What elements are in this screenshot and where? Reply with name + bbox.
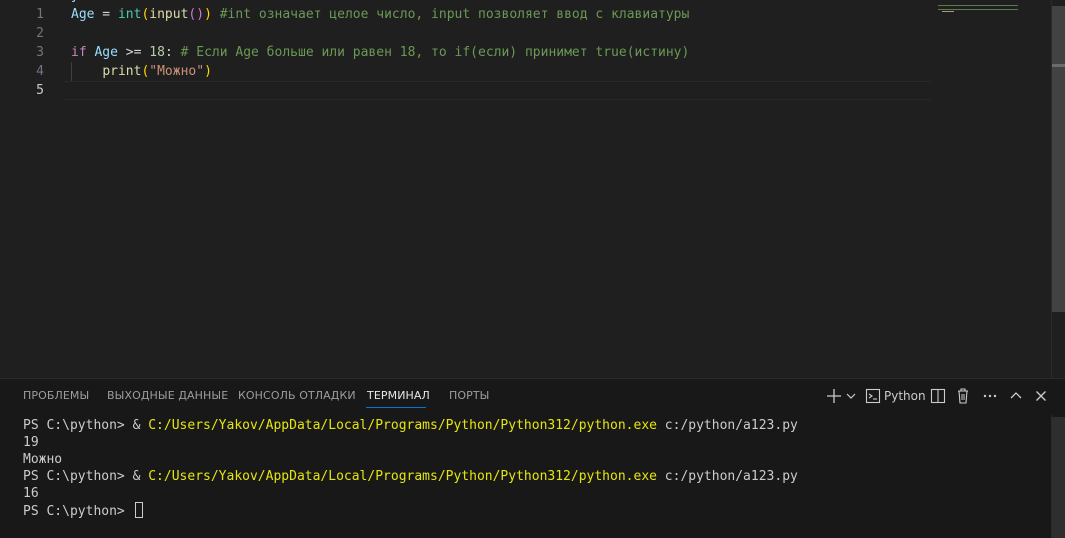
editor-scrollbar-thumb[interactable] <box>1052 6 1065 312</box>
token-variable: Age <box>71 7 95 22</box>
tab-terminal[interactable]: ТЕРМИНАЛ <box>367 389 430 402</box>
terminal-amp: & <box>132 469 149 484</box>
terminal-prompt: PS C:\python> <box>23 469 133 484</box>
more-icon[interactable] <box>981 385 999 407</box>
token-comment: # Если Age больше или равен 18, то if(ес… <box>172 45 690 60</box>
split-icon[interactable] <box>930 385 946 407</box>
code-line-1[interactable]: Age = int(input()) #int означает целое ч… <box>71 5 689 24</box>
terminal-icon <box>865 385 881 407</box>
panel-tabs: ПРОБЛЕМЫ ВЫХОДНЫЕ ДАННЫЕ КОНСОЛЬ ОТЛАДКИ… <box>0 379 800 414</box>
terminal-profile-label[interactable]: Python <box>884 385 926 407</box>
terminal-exe-path: C:/Users/Yakov/AppData/Local/Programs/Py… <box>148 418 657 433</box>
terminal-prompt: PS C:\python> <box>23 504 133 519</box>
terminal-script-path: c:/python/a123.py <box>656 418 798 433</box>
terminal-scrollbar-thumb[interactable] <box>1052 417 1065 538</box>
token-keyword-if: if <box>71 45 87 60</box>
line-number-2: 2 <box>36 26 44 41</box>
token-function-input: input <box>149 7 189 22</box>
current-line-highlight <box>63 81 931 100</box>
token-paren: ) <box>204 7 212 22</box>
minimap[interactable] <box>938 4 1028 18</box>
terminal-line-input-1: 19 <box>23 435 39 450</box>
token-variable: Age <box>94 45 118 60</box>
token-operator: = <box>94 7 118 22</box>
tab-output[interactable]: ВЫХОДНЫЕ ДАННЫЕ <box>107 389 228 402</box>
token-function-print: print <box>102 64 142 79</box>
tab-problems[interactable]: ПРОБЛЕМЫ <box>23 389 89 402</box>
terminal-cursor <box>134 502 143 518</box>
trash-icon[interactable] <box>955 385 971 407</box>
scrolled-line-fragment: y <box>71 0 79 3</box>
active-tab-indicator <box>366 407 426 408</box>
line-number-3: 3 <box>36 45 44 60</box>
panel-actions: Python <box>820 385 1065 409</box>
tab-ports[interactable]: ПОРТЫ <box>449 389 490 402</box>
code-editor[interactable]: y 1 2 3 4 5 Age = int(input()) #int озна… <box>0 0 1065 378</box>
token-number: 18 <box>149 45 165 60</box>
token-builtin-int: int <box>117 7 142 22</box>
close-icon[interactable] <box>1033 385 1049 407</box>
token-comment: #int означает целое число, input позволя… <box>211 7 690 22</box>
tab-debug-console[interactable]: КОНСОЛЬ ОТЛАДКИ <box>238 389 356 402</box>
editor-scrollbar-cursor-marker <box>1052 64 1065 67</box>
code-line-3[interactable]: if Age >= 18: # Если Age больше или раве… <box>71 43 689 62</box>
terminal-line-output-1: Можно <box>23 452 63 467</box>
terminal-line-input-2: 16 <box>23 486 39 501</box>
code-line-4[interactable]: print("Можно") <box>71 62 212 81</box>
token-operator: >= <box>117 45 150 60</box>
token-colon: : <box>164 45 173 60</box>
terminal-script-path: c:/python/a123.py <box>656 469 798 484</box>
terminal-line-command-2: PS C:\python> & C:/Users/Yakov/AppData/L… <box>23 468 798 485</box>
chevron-up-icon[interactable] <box>1008 385 1024 407</box>
line-number-5: 5 <box>36 83 44 98</box>
token-paren: ) <box>204 64 212 79</box>
terminal-line-prompt[interactable]: PS C:\python> <box>23 502 143 519</box>
terminal-amp: & <box>132 418 149 433</box>
token-string: "Можно" <box>149 64 205 79</box>
line-number-4: 4 <box>36 64 44 79</box>
line-number-1: 1 <box>36 7 44 22</box>
terminal-exe-path: C:/Users/Yakov/AppData/Local/Programs/Py… <box>148 469 657 484</box>
terminal-prompt: PS C:\python> <box>23 418 133 433</box>
token-paren: () <box>188 7 205 22</box>
bottom-panel: ПРОБЛЕМЫ ВЫХОДНЫЕ ДАННЫЕ КОНСОЛЬ ОТЛАДКИ… <box>0 378 1065 538</box>
terminal-line-command-1: PS C:\python> & C:/Users/Yakov/AppData/L… <box>23 417 798 434</box>
chevron-down-icon[interactable] <box>845 385 857 407</box>
plus-icon[interactable] <box>826 385 842 407</box>
